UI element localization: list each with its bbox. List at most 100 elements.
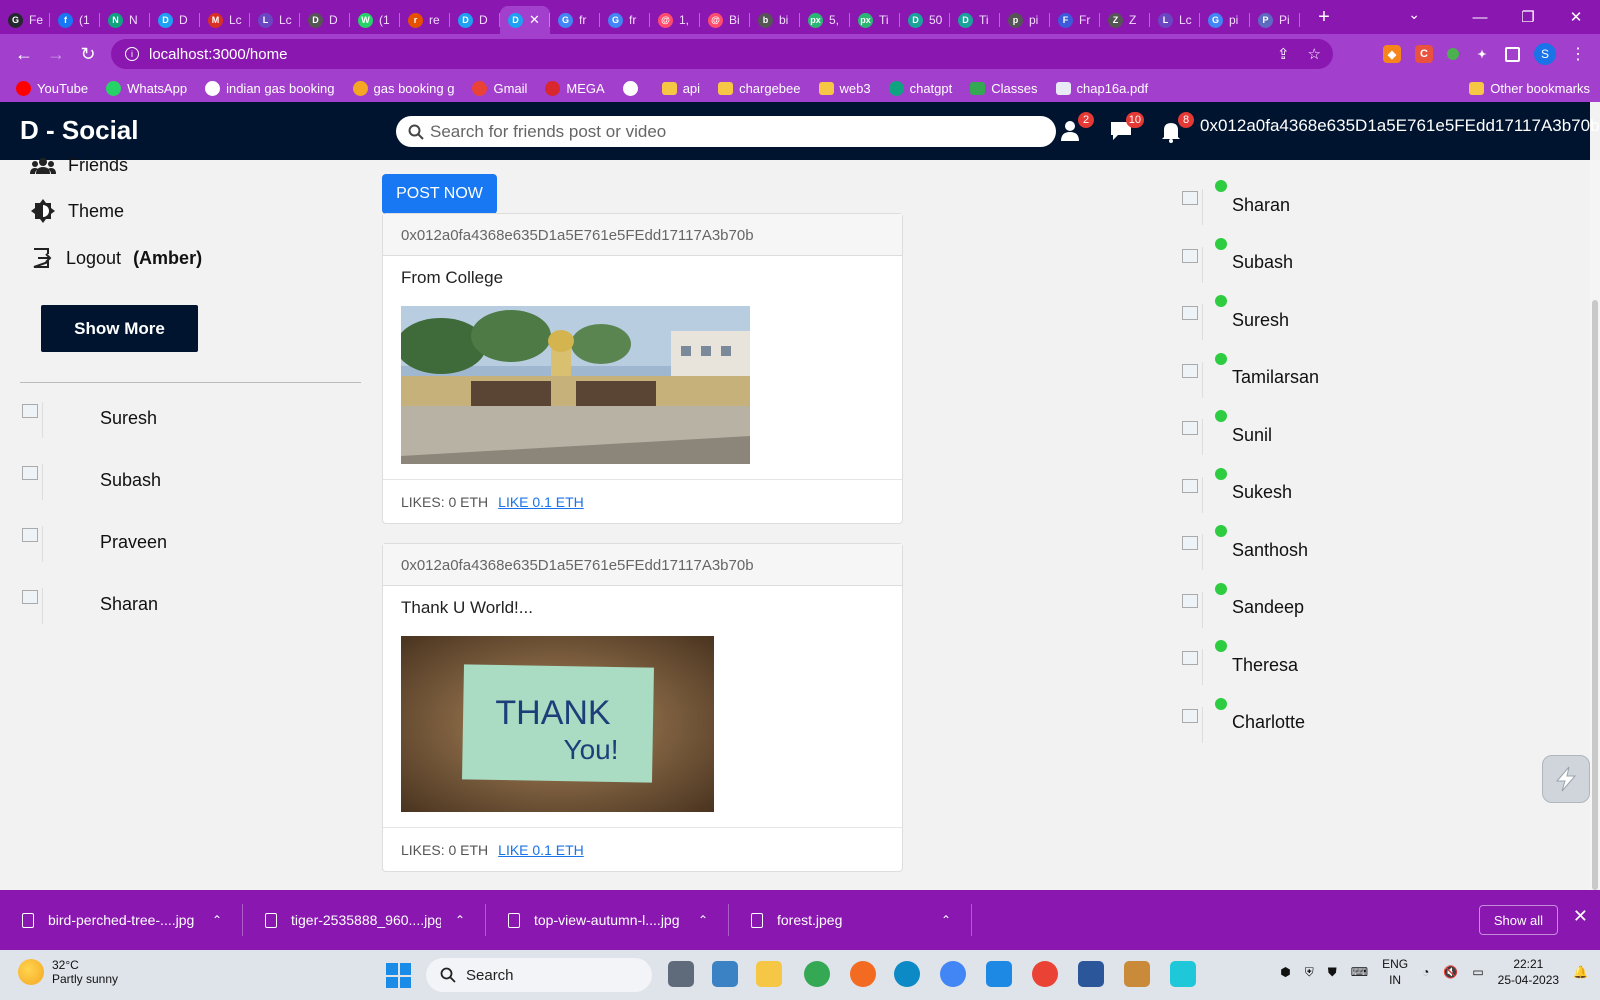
browser-tab[interactable]: D 50 — [900, 6, 950, 34]
friend-requests-button[interactable]: 2 — [1058, 112, 1094, 144]
bookmark-item[interactable]: WhatsApp — [106, 80, 187, 96]
language-indicator[interactable]: ENG IN — [1382, 956, 1408, 988]
browser-tab[interactable]: b bi — [750, 6, 800, 34]
clock[interactable]: 22:21 25-04-2023 — [1498, 956, 1559, 988]
browser-tab[interactable]: L Lc — [250, 6, 300, 34]
weather-widget[interactable]: 32°C Partly sunny — [18, 958, 118, 986]
new-tab-button[interactable]: + — [1310, 6, 1338, 29]
online-user[interactable]: Theresa — [1180, 640, 1298, 685]
tray-shield-icon[interactable]: ⛨ — [1305, 965, 1314, 980]
edge-icon[interactable] — [894, 961, 920, 987]
show-more-button[interactable]: Show More — [41, 305, 198, 352]
sidebar-friend[interactable]: Suresh — [20, 398, 157, 438]
speaker-muted-icon[interactable]: 🔇 — [1443, 965, 1458, 979]
metamask-icon[interactable]: ◆ — [1383, 45, 1401, 63]
profile-avatar[interactable]: S — [1534, 43, 1556, 65]
bookmark-star-icon[interactable]: ☆ — [1308, 45, 1321, 63]
online-user[interactable]: Santhosh — [1180, 525, 1308, 570]
forward-arrow-icon[interactable]: → — [40, 44, 72, 65]
chevron-up-icon[interactable]: ⌃ — [941, 913, 951, 927]
chrome-alt-icon[interactable] — [1032, 961, 1058, 987]
battery-icon[interactable]: ▭ — [1472, 965, 1483, 979]
online-user[interactable]: Charlotte — [1180, 697, 1305, 743]
notepad-icon[interactable] — [712, 961, 738, 987]
browser-tab[interactable]: D Ti — [950, 6, 1000, 34]
online-user[interactable]: Tamilarsan — [1180, 352, 1319, 398]
online-user[interactable]: Sunil — [1180, 410, 1272, 455]
chrome-profile-icon[interactable] — [940, 961, 966, 987]
online-user[interactable]: Sandeep — [1180, 582, 1304, 628]
bookmark-item[interactable]: MEGA — [545, 80, 605, 96]
cube-app-icon[interactable] — [1170, 961, 1196, 987]
sidebar-friend[interactable]: Subash — [20, 460, 161, 500]
browser-tab[interactable]: P Pi — [1250, 6, 1300, 34]
site-info-icon[interactable]: i — [125, 47, 139, 61]
browser-tab[interactable]: G Fe — [0, 6, 50, 34]
browser-tab[interactable]: px 5, — [800, 6, 850, 34]
browser-tab[interactable]: @1, — [650, 6, 700, 34]
search-input[interactable] — [430, 121, 1030, 142]
other-bookmarks[interactable]: Other bookmarks — [1469, 81, 1590, 96]
browser-tab[interactable]: Gpi — [1200, 6, 1250, 34]
browser-tab[interactable]: DD — [450, 6, 500, 34]
restore-icon[interactable]: ❐ — [1504, 8, 1552, 26]
chevron-up-icon[interactable]: ⌃ — [212, 913, 222, 927]
postman-icon[interactable] — [850, 961, 876, 987]
online-user[interactable]: Suresh — [1180, 295, 1289, 340]
browser-tab[interactable]: M Lc — [200, 6, 250, 34]
bookmark-item[interactable]: Classes — [970, 81, 1038, 96]
sidebar-friend[interactable]: Praveen — [20, 522, 167, 562]
browser-tab[interactable]: ZZ — [1100, 6, 1150, 34]
browser-tab[interactable]: Gfr — [600, 6, 650, 34]
browser-tab[interactable]: @ Bi — [700, 6, 750, 34]
extension-c-icon[interactable]: C — [1415, 45, 1433, 63]
online-user[interactable]: Sukesh — [1180, 467, 1292, 513]
taskbar-search[interactable]: Search — [426, 958, 652, 992]
minimize-icon[interactable]: — — [1456, 9, 1504, 26]
bookmark-item[interactable]: gas booking g — [352, 80, 454, 96]
chevron-up-icon[interactable]: ⌃ — [455, 913, 465, 927]
show-all-downloads-button[interactable]: Show all — [1478, 905, 1558, 935]
url-bar[interactable]: i localhost:3000/home ⇪ ☆ — [111, 39, 1333, 69]
bookmark-item[interactable]: indian gas booking — [205, 80, 335, 96]
download-item[interactable]: tiger-2535888_960....jpg ⌃ — [243, 890, 486, 950]
browser-tab[interactable]: DD — [300, 6, 350, 34]
browser-tab[interactable]: DD — [150, 6, 200, 34]
reload-icon[interactable]: ↻ — [72, 44, 104, 65]
browser-tab[interactable]: D ✕ — [500, 6, 550, 34]
floating-action-button[interactable] — [1542, 755, 1590, 803]
close-tab-icon[interactable]: ✕ — [529, 12, 540, 28]
download-item[interactable]: top-view-autumn-l....jpg ⌃ — [486, 890, 729, 950]
vscode-icon[interactable] — [986, 961, 1012, 987]
browser-tab[interactable]: L Lc — [1150, 6, 1200, 34]
bookmark-item[interactable]: chargebee — [718, 81, 801, 96]
like-link[interactable]: LIKE 0.1 ETH — [498, 842, 584, 858]
task-view-icon[interactable] — [668, 961, 694, 987]
sidebar-friend[interactable]: Sharan — [20, 584, 158, 624]
side-panel-icon[interactable] — [1505, 46, 1520, 62]
bookmark-item[interactable]: chap16a.pdf — [1055, 81, 1148, 96]
menu-kebab-icon[interactable]: ⋮ — [1570, 44, 1586, 64]
browser-tab[interactable]: r re — [400, 6, 450, 34]
browser-tab[interactable]: Gfr — [550, 6, 600, 34]
scrollbar-thumb[interactable] — [1592, 300, 1598, 890]
keyboard-icon[interactable]: ⌨ — [1351, 965, 1368, 979]
online-user[interactable]: Subash — [1180, 237, 1293, 283]
app-logo[interactable]: D - Social — [20, 115, 138, 146]
like-link[interactable]: LIKE 0.1 ETH — [498, 494, 584, 510]
sidebar-item-logout[interactable]: Logout (Amber) — [30, 246, 202, 270]
share-icon[interactable]: ⇪ — [1277, 45, 1290, 63]
browser-tab[interactable]: NN — [100, 6, 150, 34]
messages-button[interactable]: 10 — [1108, 112, 1144, 144]
download-item[interactable]: bird-perched-tree-....jpg ⌃ — [0, 890, 243, 950]
browser-tab[interactable]: F Fr — [1050, 6, 1100, 34]
browser-tab[interactable]: px Ti — [850, 6, 900, 34]
tray-security-icon[interactable]: ⛊ — [1328, 965, 1337, 980]
notifications-button[interactable]: 8 — [1158, 112, 1194, 144]
online-user[interactable]: Sharan — [1180, 180, 1290, 225]
bookmark-item[interactable]: YouTube — [16, 80, 88, 96]
tray-cube-icon[interactable]: ⬢ — [1280, 965, 1290, 979]
bookmark-item[interactable]: api — [661, 81, 700, 96]
notification-bell-icon[interactable]: 🔔 — [1573, 965, 1588, 979]
close-window-icon[interactable]: ✕ — [1552, 8, 1600, 26]
